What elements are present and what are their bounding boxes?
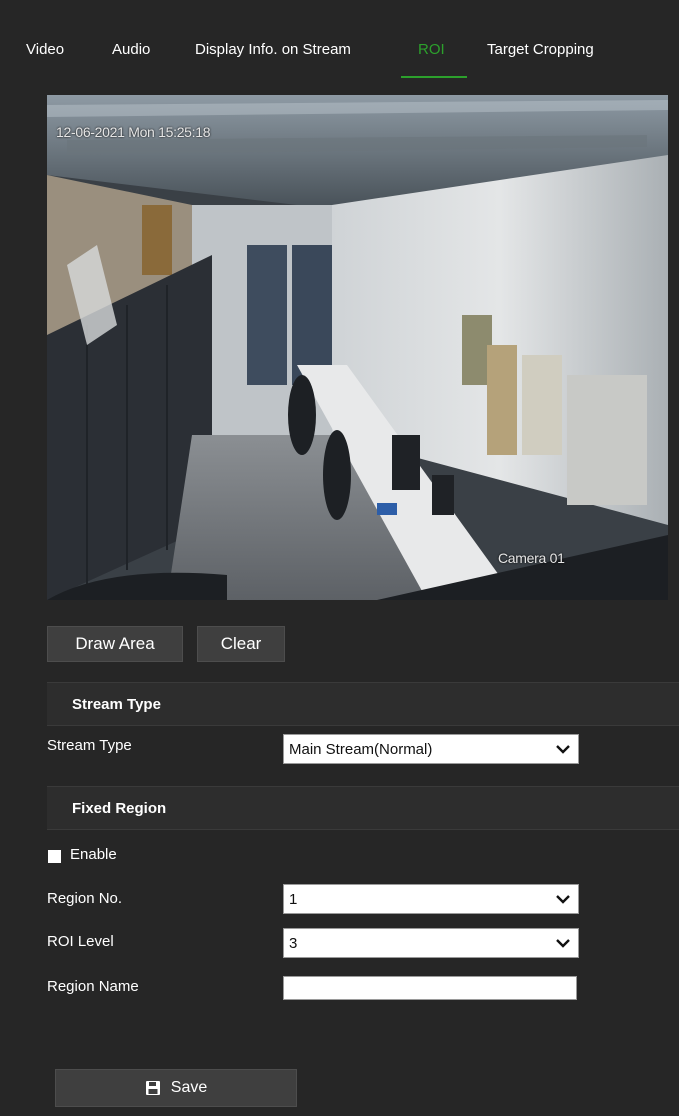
roi-level-select[interactable]: 3 — [283, 928, 579, 958]
tab-target-cropping[interactable]: Target Cropping — [487, 41, 594, 58]
chevron-down-icon — [556, 895, 570, 904]
stream-type-select[interactable]: Main Stream(Normal) — [283, 734, 579, 764]
camera-name-overlay: Camera 01 — [498, 550, 565, 566]
fixed-region-section-header: Fixed Region — [47, 786, 679, 830]
save-button[interactable]: Save — [55, 1069, 297, 1107]
tab-roi[interactable]: ROI — [418, 41, 445, 58]
active-tab-indicator — [401, 76, 467, 78]
region-name-input[interactable] — [283, 976, 577, 1000]
chevron-down-icon — [556, 939, 570, 948]
tab-video[interactable]: Video — [26, 41, 64, 58]
stream-type-value: Main Stream(Normal) — [289, 740, 433, 758]
chevron-down-icon — [556, 745, 570, 754]
tab-bar: Video Audio Display Info. on Stream ROI … — [0, 0, 679, 80]
camera-scene-image — [47, 95, 668, 600]
region-no-label: Region No. — [47, 890, 123, 907]
camera-preview[interactable]: 12-06-2021 Mon 15:25:18 Camera 01 — [47, 95, 668, 600]
floppy-disk-icon — [145, 1081, 160, 1095]
save-label: Save — [170, 1079, 208, 1096]
enable-label: Enable — [70, 846, 117, 863]
region-no-select[interactable]: 1 — [283, 884, 579, 914]
clear-button[interactable]: Clear — [197, 626, 285, 662]
region-name-label: Region Name — [47, 978, 139, 995]
timestamp-overlay: 12-06-2021 Mon 15:25:18 — [56, 124, 211, 140]
draw-area-button[interactable]: Draw Area — [47, 626, 183, 662]
roi-level-label: ROI Level — [47, 933, 114, 950]
stream-type-label: Stream Type — [47, 737, 132, 754]
tab-display-info[interactable]: Display Info. on Stream — [195, 41, 351, 58]
region-no-value: 1 — [289, 890, 298, 908]
roi-level-value: 3 — [289, 934, 298, 952]
enable-checkbox[interactable] — [48, 850, 61, 863]
tab-audio[interactable]: Audio — [112, 41, 150, 58]
stream-type-section-header: Stream Type — [47, 682, 679, 726]
